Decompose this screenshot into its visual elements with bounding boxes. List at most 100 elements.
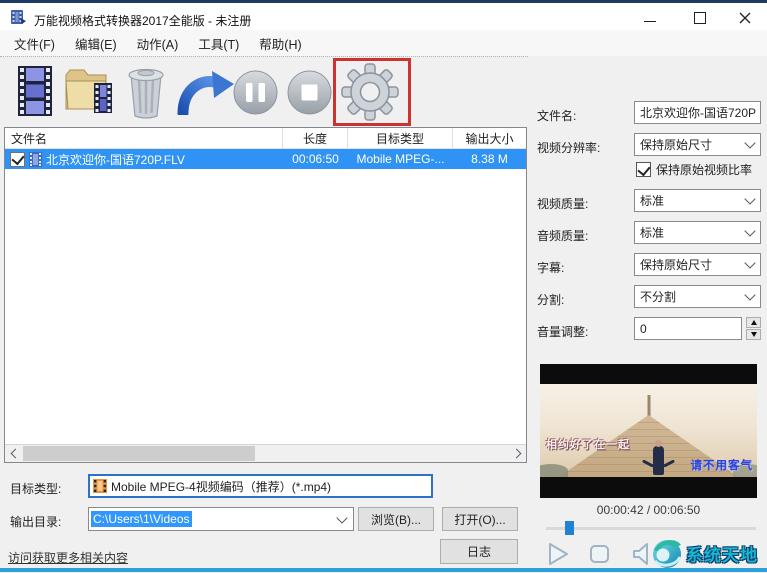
seek-bar[interactable]: [546, 527, 756, 530]
column-filename[interactable]: 文件名: [5, 128, 283, 148]
file-list-header: 文件名 长度 目标类型 输出大小: [5, 128, 526, 149]
chevron-down-icon: [744, 289, 755, 300]
minimize-button[interactable]: [633, 9, 667, 27]
watermark: 系统天地: [650, 536, 758, 570]
maximize-icon: [694, 12, 706, 24]
log-button[interactable]: 日志: [440, 539, 518, 564]
monument-spire: [647, 395, 650, 417]
play-button[interactable]: [543, 540, 571, 568]
filename-input[interactable]: 北京欢迎你-国语720P: [634, 101, 761, 124]
output-dir-value: C:\Users\1\Videos: [91, 511, 192, 527]
chevron-down-icon: [744, 257, 755, 268]
format-film-icon: [92, 478, 108, 494]
close-icon: [739, 12, 751, 24]
app-icon: [10, 8, 27, 25]
convert-icon[interactable]: [176, 69, 234, 115]
stop-playback-button[interactable]: [586, 540, 614, 568]
audio-quality-dropdown[interactable]: 标准: [634, 221, 761, 244]
scroll-right-arrow[interactable]: [509, 445, 526, 462]
column-output-size[interactable]: 输出大小: [453, 128, 526, 148]
close-button[interactable]: [728, 9, 762, 27]
chevron-down-icon: [744, 137, 755, 148]
video-quality-value: 标准: [640, 192, 664, 209]
volume-input[interactable]: 0: [634, 317, 742, 340]
column-length[interactable]: 长度: [283, 128, 348, 148]
add-folder-icon[interactable]: [64, 67, 116, 117]
karaoke-subtitle-1: 相约好了在一起: [546, 436, 630, 452]
menu-action[interactable]: 动作(A): [127, 30, 189, 57]
toolbar: [0, 56, 528, 127]
tree-left: [540, 464, 568, 477]
video-preview[interactable]: 相约好了在一起 请不用客气: [540, 364, 757, 498]
stop-icon: [588, 542, 612, 566]
target-type-label: 目标类型:: [10, 480, 61, 497]
settings-highlight-box: [333, 58, 411, 126]
chevron-down-icon: [336, 512, 347, 523]
split-value: 不分割: [640, 288, 676, 305]
horizontal-scrollbar[interactable]: [5, 444, 526, 462]
menu-bar: 文件(F) 编辑(E) 动作(A) 工具(T) 帮助(H): [0, 30, 767, 56]
resolution-value: 保持原始尺寸: [640, 136, 712, 153]
window-bottom-border: [0, 568, 767, 572]
stop-icon[interactable]: [286, 69, 333, 116]
split-label: 分割:: [537, 291, 564, 308]
more-content-link[interactable]: 访问获取更多相关内容: [8, 549, 128, 566]
maximize-button[interactable]: [683, 9, 717, 27]
video-quality-label: 视频质量:: [537, 195, 588, 212]
spin-up-button[interactable]: [746, 317, 761, 328]
volume-label: 音量调整:: [537, 323, 588, 340]
seek-thumb[interactable]: [565, 521, 574, 535]
triangle-up-icon: [751, 320, 757, 325]
resolution-label: 视频分辨率:: [537, 139, 600, 156]
audio-quality-label: 音频质量:: [537, 227, 588, 244]
minimize-icon: [644, 21, 656, 22]
volume-stepper: [746, 317, 761, 340]
menu-file[interactable]: 文件(F): [4, 30, 65, 57]
singer-head: [655, 440, 662, 447]
spin-down-button[interactable]: [746, 329, 761, 340]
watermark-text: 系统天地: [686, 541, 758, 566]
row-target-type: Mobile MPEG-...: [348, 152, 453, 166]
singer: [653, 446, 664, 475]
keep-ratio-label: 保持原始视频比率: [656, 161, 752, 178]
scroll-left-arrow[interactable]: [5, 445, 22, 462]
scrollbar-thumb[interactable]: [23, 446, 255, 461]
play-icon: [544, 541, 570, 567]
delete-icon[interactable]: [124, 67, 168, 119]
file-list[interactable]: 文件名 长度 目标类型 输出大小 北京欢迎你-国语720P.FLV 00:06:…: [4, 127, 527, 463]
menu-tools[interactable]: 工具(T): [188, 30, 249, 57]
chevron-down-icon: [744, 193, 755, 204]
filename-label: 文件名:: [537, 107, 576, 124]
triangle-down-icon: [751, 332, 757, 337]
karaoke-subtitle-2: 请不用客气: [691, 457, 754, 473]
window-title: 万能视频格式转换器2017全能版 - 未注册: [34, 12, 251, 29]
browse-button[interactable]: 浏览(B)...: [358, 507, 434, 531]
row-output-size: 8.38 M: [453, 152, 526, 166]
resolution-dropdown[interactable]: 保持原始尺寸: [634, 133, 761, 156]
menu-edit[interactable]: 编辑(E): [65, 30, 127, 57]
keep-ratio-checkbox[interactable]: [636, 162, 651, 177]
row-filename: 北京欢迎你-国语720P.FLV: [46, 151, 185, 168]
keep-ratio-checkbox-row[interactable]: 保持原始视频比率: [636, 161, 752, 178]
row-length: 00:06:50: [283, 152, 348, 166]
audio-quality-value: 标准: [640, 224, 664, 241]
chevron-down-icon: [744, 225, 755, 236]
titlebar: 万能视频格式转换器2017全能版 - 未注册: [0, 3, 767, 30]
table-row[interactable]: 北京欢迎你-国语720P.FLV 00:06:50 Mobile MPEG-..…: [5, 149, 526, 169]
open-button[interactable]: 打开(O)...: [442, 507, 518, 531]
subtitle-label: 字幕:: [537, 259, 564, 276]
subtitle-value: 保持原始尺寸: [640, 256, 712, 273]
add-video-icon[interactable]: [14, 65, 56, 117]
output-dir-combo[interactable]: C:\Users\1\Videos: [88, 507, 354, 531]
video-quality-dropdown[interactable]: 标准: [634, 189, 761, 212]
output-dir-label: 输出目录:: [10, 513, 61, 530]
watermark-globe-icon: [650, 536, 684, 570]
split-dropdown[interactable]: 不分割: [634, 285, 761, 308]
menu-help[interactable]: 帮助(H): [249, 30, 311, 57]
column-target-type[interactable]: 目标类型: [348, 128, 453, 148]
pause-icon[interactable]: [232, 69, 279, 116]
subtitle-dropdown[interactable]: 保持原始尺寸: [634, 253, 761, 276]
row-checkbox[interactable]: [10, 152, 25, 167]
video-file-icon: [29, 152, 42, 167]
target-type-combo[interactable]: Mobile MPEG-4视频编码（推荐）(*.mp4): [88, 474, 433, 498]
